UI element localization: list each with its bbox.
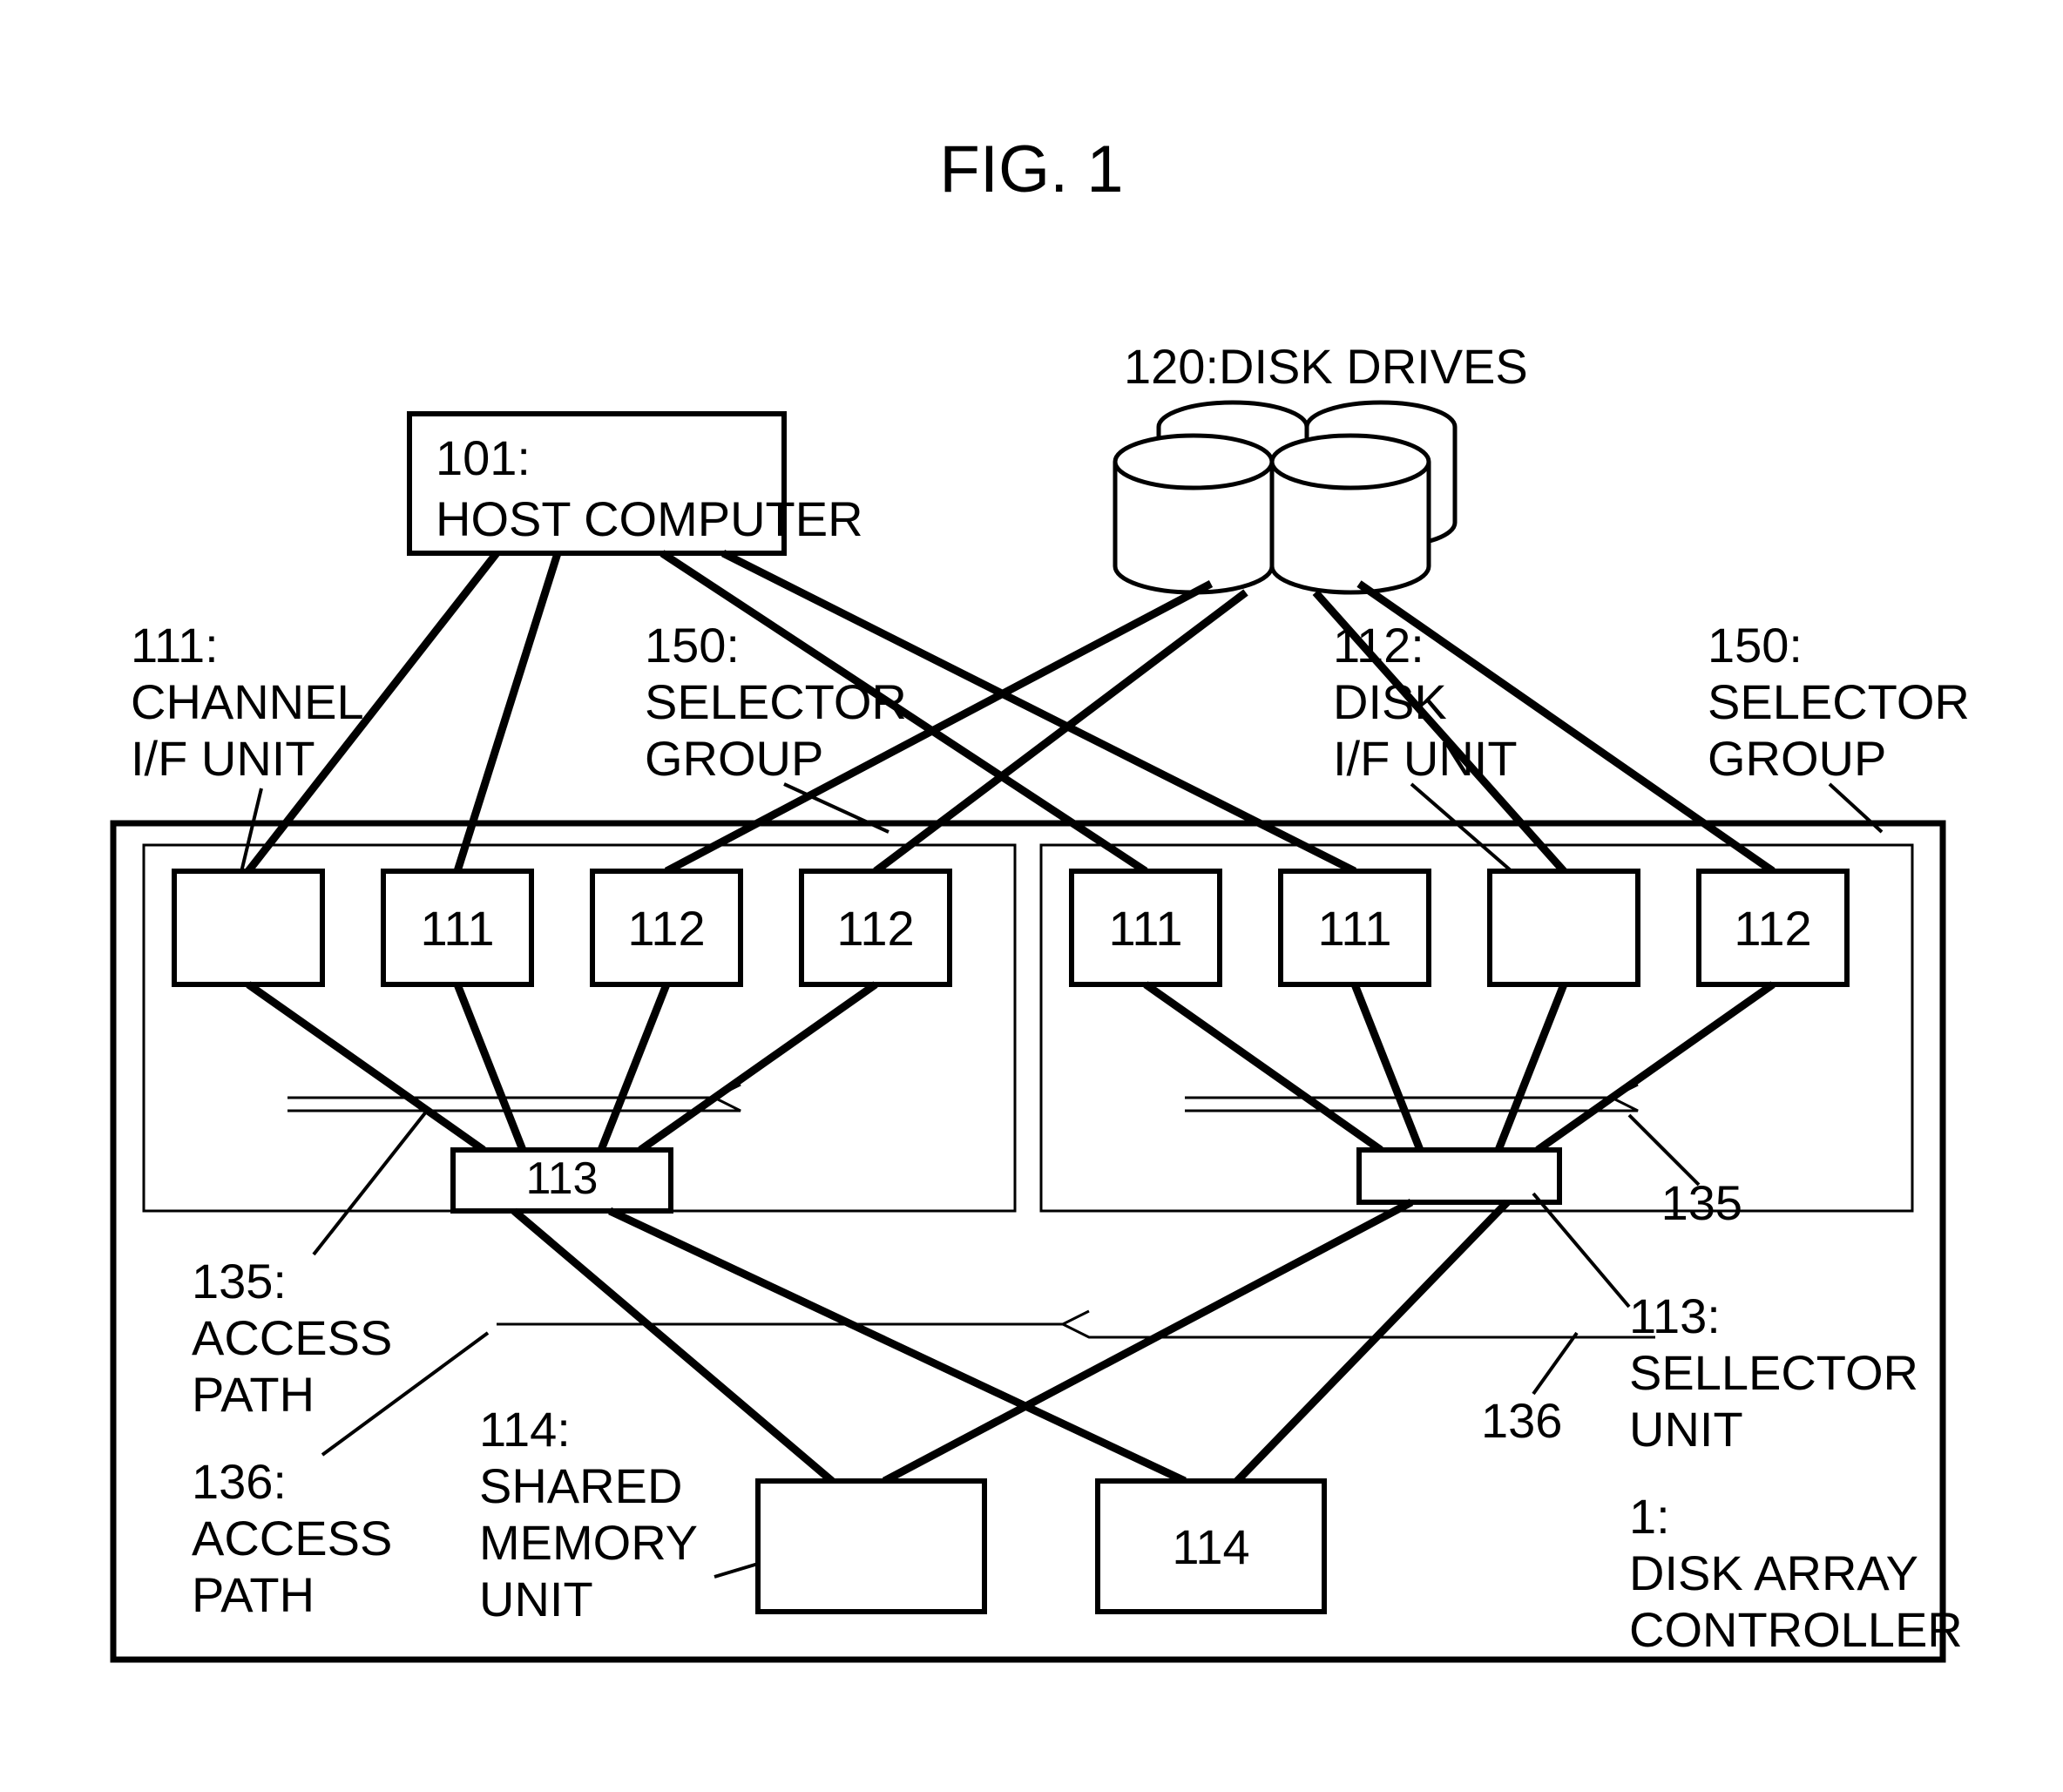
upper-callouts: 111: CHANNEL I/F UNIT 150: SELECTOR GROU… — [131, 618, 1970, 786]
selgroup-l-l2: GROUP — [645, 731, 823, 786]
ap136-l2: PATH — [192, 1567, 315, 1622]
selgroup-r-l2: GROUP — [1708, 731, 1886, 786]
shm-l3: UNIT — [479, 1572, 593, 1626]
selunit-l2: UNIT — [1629, 1402, 1743, 1457]
disk-drives-label: 120:DISK DRIVES — [1124, 339, 1528, 394]
svg-text:112: 112 — [1734, 901, 1811, 956]
svg-text:112: 112 — [836, 901, 914, 956]
selgroup-r-ref: 150: — [1708, 618, 1803, 673]
channel-if-ref: 111: — [131, 618, 219, 673]
disk-if-l2: I/F UNIT — [1333, 731, 1518, 786]
ap136-ref: 136: — [192, 1454, 287, 1509]
shm-l1: SHARED — [479, 1458, 682, 1513]
ap135-l2: PATH — [192, 1367, 315, 1422]
access-path-135-right-bracket — [1185, 1085, 1638, 1111]
access-path-136-bracket — [497, 1311, 1655, 1337]
shm-l2: MEMORY — [479, 1515, 698, 1570]
shared-mem-left — [758, 1481, 984, 1612]
ap136-l1: ACCESS — [192, 1511, 392, 1565]
dac-l2: CONTROLLER — [1629, 1602, 1963, 1657]
channel-if-l2: I/F UNIT — [131, 731, 315, 786]
figure-diagram: FIG. 1 101: HOST COMPUTER 120:DISK DRIVE… — [0, 0, 2063, 1792]
selgroup-r-l1: SELECTOR — [1708, 674, 1970, 729]
selector-113-right — [1359, 1150, 1559, 1202]
disk-drives-icon — [1115, 402, 1455, 592]
ap135-ref: 135: — [192, 1254, 287, 1308]
figure-title: FIG. 1 — [939, 132, 1123, 206]
selgroup-l-l1: SELECTOR — [645, 674, 907, 729]
shm-ref: 114: — [479, 1402, 571, 1457]
funnel-lines — [248, 984, 1773, 1150]
selgroup-l-ref: 150: — [645, 618, 740, 673]
ap136-bare: 136 — [1481, 1393, 1562, 1448]
lower-right-callouts: 135 113: SELLECTOR UNIT 136 1: DISK ARRA… — [1481, 1175, 1963, 1657]
dac-ref: 1: — [1629, 1489, 1670, 1544]
channel-if-l1: CHANNEL — [131, 674, 364, 729]
if-boxes: 111 112 112 111 111 112 — [174, 871, 1847, 984]
ap135r: 135 — [1661, 1175, 1742, 1230]
access-path-135-left-bracket — [287, 1085, 741, 1111]
dac-l1: DISK ARRAY — [1629, 1545, 1918, 1600]
ap135-l1: ACCESS — [192, 1310, 392, 1365]
svg-text:112: 112 — [627, 901, 705, 956]
selector-113-left-label: 113 — [526, 1153, 599, 1204]
host-computer-ref: 101: — [436, 430, 531, 485]
svg-text:111: 111 — [1108, 901, 1182, 956]
host-computer-label: HOST COMPUTER — [436, 491, 863, 546]
svg-text:111: 111 — [1317, 901, 1391, 956]
svg-text:111: 111 — [420, 901, 494, 956]
shared-mem-right-label: 114 — [1172, 1519, 1249, 1574]
selunit-ref: 113: — [1629, 1288, 1721, 1343]
lower-left-callouts: 135: ACCESS PATH 136: ACCESS PATH 114: S… — [192, 1254, 698, 1626]
cross-lines — [514, 1202, 1507, 1481]
selunit-l1: SELLECTOR — [1629, 1345, 1918, 1400]
